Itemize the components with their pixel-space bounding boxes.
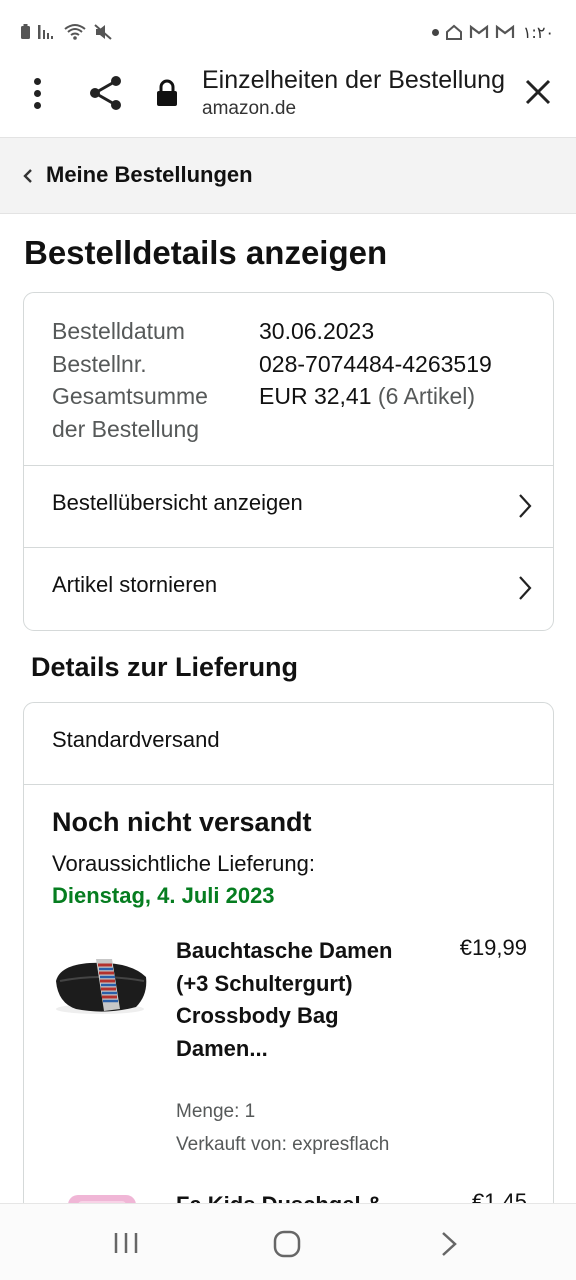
close-icon[interactable] (522, 76, 554, 108)
status-bar: ١:٢٠ (0, 0, 576, 62)
shipping-status: Noch nicht versandt (52, 807, 312, 837)
order-summary-card: Bestelldatum 30.06.2023 Bestellnr. 028-7… (23, 292, 554, 631)
delivery-section-title: Details zur Lieferung (31, 652, 299, 682)
notification-dot-icon (431, 28, 439, 36)
battery-icon (21, 24, 30, 39)
gmail-icon (469, 24, 488, 38)
home-button-icon[interactable] (272, 1229, 302, 1259)
page-title: Bestelldetails anzeigen (24, 234, 388, 271)
more-vert-icon[interactable] (26, 76, 50, 110)
eta-date: Dienstag, 4. Juli 2023 (52, 883, 275, 908)
order-total-label-cont: der Bestellung (52, 415, 200, 442)
home-icon (445, 24, 462, 40)
share-icon[interactable] (88, 74, 124, 112)
cancel-items-link[interactable]: Artikel stornieren (24, 547, 553, 629)
cancel-items-label: Artikel stornieren (52, 572, 218, 597)
order-date-label: Bestelldatum (52, 318, 185, 344)
browser-toolbar: Einzelheiten der Bestellung amazon.de (0, 62, 576, 138)
item-seller: Verkauft von: expresflach (176, 1134, 390, 1155)
product-image[interactable] (50, 951, 154, 1021)
order-number-value: 028-7074484-4263519 (259, 350, 492, 377)
breadcrumb-label[interactable]: Meine Bestellungen (46, 162, 253, 188)
shipping-method: Standardversand (52, 727, 220, 752)
order-date-value: 30.06.2023 (259, 318, 375, 344)
chevron-right-icon (519, 494, 532, 518)
browser-page-title: Einzelheiten der Bestellung (202, 66, 505, 94)
item-price: €19,99 (459, 935, 527, 960)
view-summary-link[interactable]: Bestellübersicht anzeigen (24, 465, 553, 547)
mute-icon (94, 24, 112, 40)
lock-icon (157, 79, 177, 106)
browser-url[interactable]: amazon.de (202, 98, 296, 120)
order-total-label: Gesamtsumme (52, 383, 208, 409)
system-nav-bar (0, 1203, 576, 1280)
chevron-right-icon (519, 576, 532, 600)
signal-icon (38, 25, 53, 39)
recent-apps-icon[interactable] (112, 1231, 140, 1255)
view-summary-label: Bestellübersicht anzeigen (52, 490, 303, 515)
order-item-count: (6 Artikel) (377, 383, 476, 409)
order-number-label: Bestellnr. (52, 350, 147, 377)
item-title[interactable]: Bauchtasche Damen (+3 Schultergurt) Cros… (176, 935, 406, 1065)
divider (24, 784, 553, 785)
back-icon[interactable] (438, 1230, 460, 1258)
wifi-icon (64, 24, 86, 40)
eta-label: Voraussichtliche Lieferung: (52, 851, 315, 876)
order-meta: Bestelldatum 30.06.2023 Bestellnr. 028-7… (52, 315, 492, 445)
item-quantity: Menge: 1 (176, 1101, 256, 1122)
breadcrumb[interactable]: Meine Bestellungen (0, 137, 576, 214)
chevron-left-icon (23, 169, 32, 183)
gmail-icon (495, 24, 514, 38)
order-total-value: EUR 32,41 (259, 383, 372, 409)
status-time: ١:٢٠ (522, 22, 554, 42)
delivery-card: Standardversand Noch nicht versandt Vora… (23, 702, 554, 1262)
